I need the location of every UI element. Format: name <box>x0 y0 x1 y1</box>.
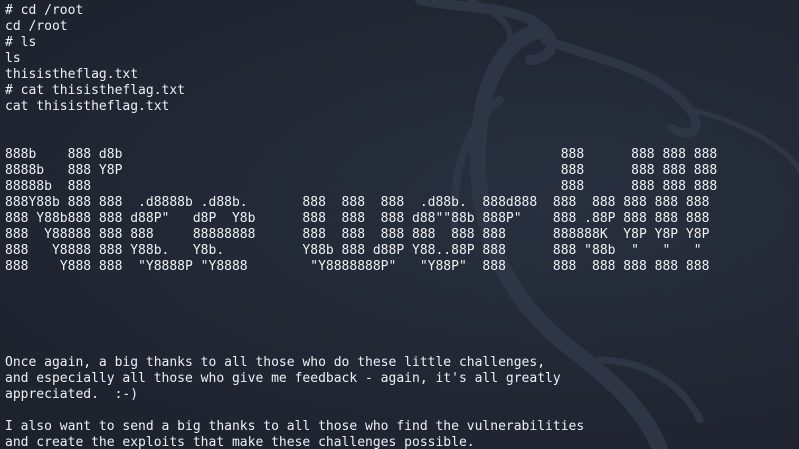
prompt-line: # cat thisistheflag.txt <box>5 83 186 98</box>
prompt-line: # cd /root <box>5 3 84 18</box>
ascii-art-line: 8888b 888 Y8P 888 888 888 888 <box>5 163 718 178</box>
ascii-art-line: 888 Y88b888 888 d88P" d8P Y8b 888 888 88… <box>5 211 710 226</box>
echo-line: cat thisistheflag.txt <box>5 99 170 114</box>
ascii-art-line: 888b 888 d8b 888 888 888 888 <box>5 147 718 162</box>
message-line: and create the exploits that make these … <box>5 435 475 449</box>
message-line: Once again, a big thanks to all those wh… <box>5 355 546 370</box>
ascii-art-line: 888 Y888 888 "Y8888P "Y8888 "Y8888888P" … <box>5 259 710 274</box>
ascii-art-line: 88888b 888 888 888 888 888 <box>5 179 718 194</box>
prompt-line: # ls <box>5 35 37 50</box>
output-line: thisistheflag.txt <box>5 67 139 82</box>
echo-line: ls <box>5 51 21 66</box>
terminal-output: # cd /root cd /root # ls ls thisisthefla… <box>5 3 795 449</box>
message-line: I also want to send a big thanks to all … <box>5 419 585 434</box>
ascii-art-line: 888 Y8888 888 Y88b. Y8b. Y88b 888 d88P Y… <box>5 243 702 258</box>
terminal-window[interactable]: # cd /root cd /root # ls ls thisisthefla… <box>0 0 799 449</box>
ascii-art-line: 888Y88b 888 888 .d8888b .d88b. 888 888 8… <box>5 195 710 210</box>
echo-line: cd /root <box>5 19 68 34</box>
ascii-art-line: 888 Y88888 888 888 88888888 888 888 888 … <box>5 227 710 242</box>
message-line: appreciated. :-) <box>5 387 139 402</box>
message-line: and especially all those who give me fee… <box>5 371 561 386</box>
